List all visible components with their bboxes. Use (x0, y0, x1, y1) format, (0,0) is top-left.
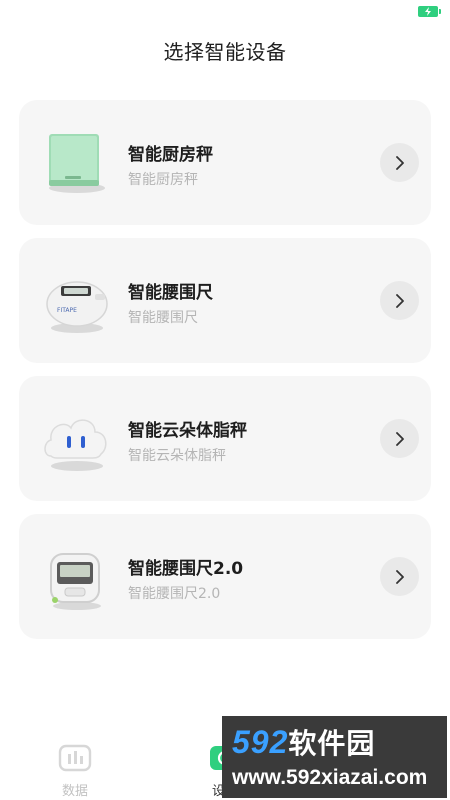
chevron-right-icon[interactable] (380, 143, 419, 182)
watermark-url: www.592xiazai.com (232, 766, 428, 789)
device-list: 智能厨房秤 智能厨房秤 FITAPE 智能腰围尺 智能腰围尺 智能云朵体脂秤 智… (19, 100, 431, 652)
tab-label: 数据 (61, 784, 88, 799)
device-name: 智能腰围尺 (128, 283, 213, 303)
watermark-brand: 592软件园 (232, 722, 437, 764)
chevron-right-icon[interactable] (380, 419, 419, 458)
data-chart-icon (40, 744, 110, 776)
device-name: 智能腰围尺2.0 (128, 559, 244, 579)
tab-data[interactable]: 数据 (40, 744, 110, 799)
kitchen-scale-icon (37, 122, 117, 202)
device-card-kitchen-scale[interactable]: 智能厨房秤 智能厨房秤 (19, 100, 431, 225)
device-card-cloud-fat-scale[interactable]: 智能云朵体脂秤 智能云朵体脂秤 (19, 376, 431, 501)
svg-text:FITAPE: FITAPE (57, 307, 77, 314)
page-title: 选择智能设备 (163, 40, 287, 64)
device-card-waist-tape[interactable]: FITAPE 智能腰围尺 智能腰围尺 (19, 238, 431, 363)
chevron-right-icon[interactable] (380, 557, 419, 596)
device-subtitle: 智能腰围尺2.0 (128, 586, 221, 602)
device-subtitle: 智能厨房秤 (128, 172, 198, 188)
cloud-fat-scale-icon (37, 398, 117, 478)
watermark: 592软件园 www.592xiazai.com (222, 716, 447, 798)
waist-tape-icon: FITAPE (37, 260, 117, 340)
device-name: 智能厨房秤 (128, 145, 213, 165)
device-name: 智能云朵体脂秤 (128, 421, 247, 441)
battery-charging-icon (418, 6, 441, 17)
status-bar (0, 0, 450, 22)
watermark-brand-cn: 软件园 (288, 728, 376, 759)
chevron-right-icon[interactable] (380, 281, 419, 320)
device-subtitle: 智能云朵体脂秤 (128, 448, 226, 464)
device-card-waist-tape-v2[interactable]: 智能腰围尺2.0 智能腰围尺2.0 (19, 514, 431, 639)
watermark-brand-number: 592 (232, 724, 289, 760)
device-subtitle: 智能腰围尺 (128, 310, 198, 326)
waist-tape-v2-icon (37, 536, 117, 616)
